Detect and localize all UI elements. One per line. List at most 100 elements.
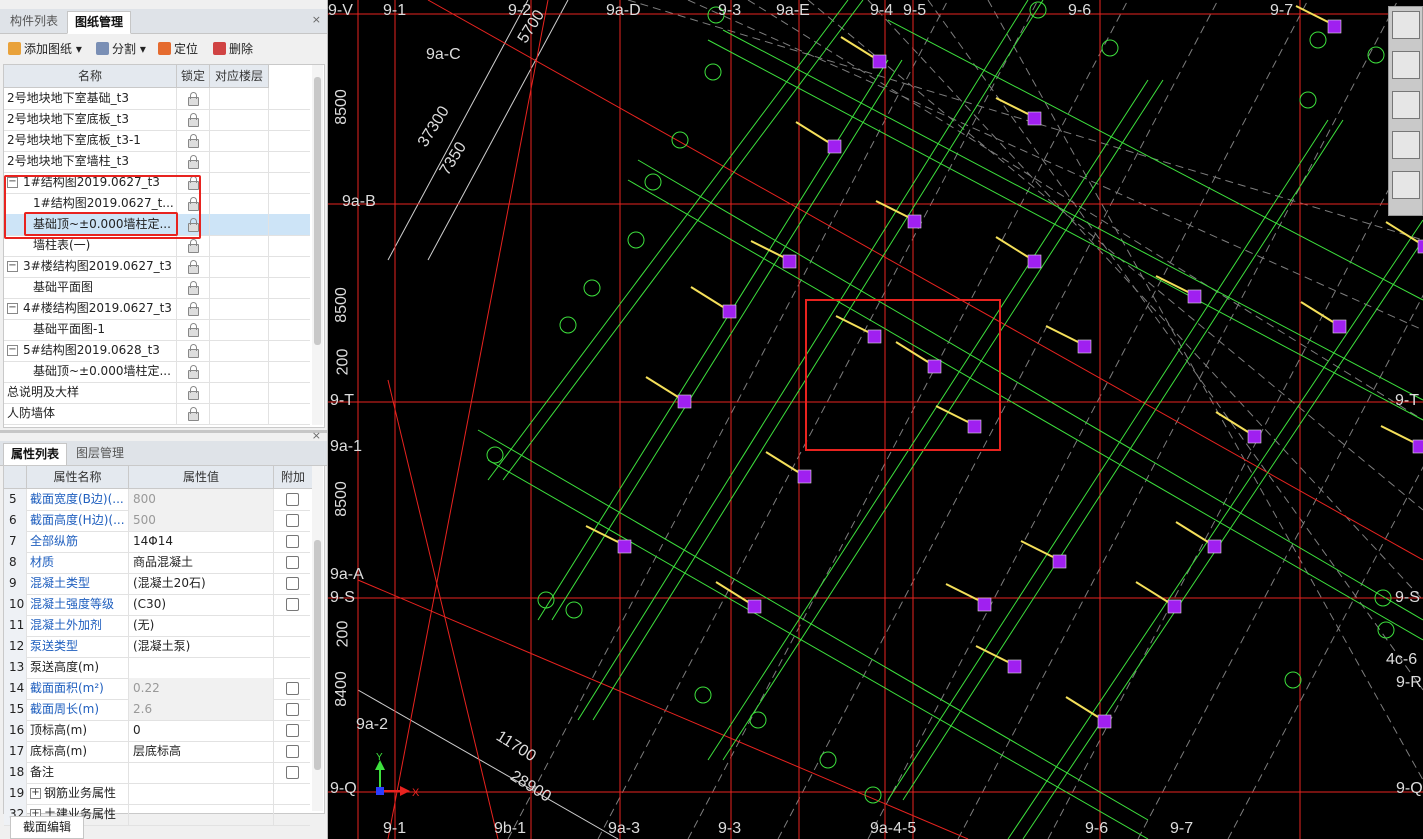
property-value[interactable]: 800	[129, 489, 274, 510]
tab-component-list[interactable]: 构件列表	[3, 11, 65, 32]
scrollbar-thumb[interactable]	[314, 77, 321, 345]
property-value[interactable]: 500	[129, 510, 274, 531]
panel-splitter[interactable]	[0, 430, 327, 433]
drawing-list-scrollbar[interactable]	[312, 65, 323, 425]
property-row[interactable]: 8 材质 商品混凝土	[4, 552, 310, 574]
property-scrollbar[interactable]	[312, 466, 323, 811]
expand-icon[interactable]: +	[30, 788, 41, 799]
drawing-tree-row[interactable]: 2号地块地下室底板_t3-1	[4, 130, 310, 152]
wall-column[interactable]	[645, 376, 692, 409]
property-value[interactable]: 0.22	[129, 678, 274, 699]
wall-column[interactable]	[975, 645, 1022, 674]
floor-cell[interactable]	[210, 361, 269, 382]
column-header-extra[interactable]: 附加	[274, 466, 313, 489]
lock-cell[interactable]	[177, 319, 210, 340]
column-header-property-value[interactable]: 属性值	[129, 466, 274, 489]
column-header-property-name[interactable]: 属性名称	[27, 466, 129, 489]
drawing-name-cell[interactable]: 2号地块地下室底板_t3	[4, 109, 177, 130]
drawing-tree-row[interactable]: −5#结构图2019.0628_t3	[4, 340, 310, 362]
extra-checkbox[interactable]	[286, 703, 299, 716]
property-row[interactable]: 15 截面周长(m) 2.6	[4, 699, 310, 721]
drawing-name-cell[interactable]: −4#楼结构图2019.0627_t3	[4, 298, 177, 319]
lock-cell[interactable]	[177, 277, 210, 298]
property-value[interactable]	[129, 762, 274, 783]
wall-column[interactable]	[795, 121, 842, 154]
rotate-icon[interactable]	[1392, 131, 1420, 159]
tab-property-list[interactable]: 属性列表	[3, 443, 68, 466]
lock-cell[interactable]	[177, 361, 210, 382]
wall-column[interactable]	[1045, 325, 1092, 354]
drawing-name-cell[interactable]: −5#结构图2019.0628_t3	[4, 340, 177, 361]
lock-icon[interactable]	[188, 323, 199, 337]
drawing-tree-row[interactable]: 2号地块地下室基础_t3	[4, 88, 310, 110]
lock-cell[interactable]	[177, 130, 210, 151]
floor-cell[interactable]	[210, 109, 269, 130]
lock-cell[interactable]	[177, 382, 210, 403]
wall-column[interactable]	[1300, 301, 1347, 334]
view-3d-icon[interactable]	[1392, 11, 1420, 39]
drawing-name-cell[interactable]: 基础平面图	[4, 277, 177, 298]
drawing-name-cell[interactable]: 人防墙体	[4, 403, 177, 424]
property-value[interactable]	[129, 804, 274, 825]
property-row[interactable]: 6 截面高度(H边)(... 500	[4, 510, 310, 532]
extra-checkbox[interactable]	[286, 682, 299, 695]
lock-icon[interactable]	[188, 134, 199, 148]
lock-icon[interactable]	[188, 113, 199, 127]
property-row[interactable]: 12 泵送类型 (混凝土泵)	[4, 636, 310, 658]
split-button[interactable]: 分割 ▾	[96, 40, 146, 58]
extra-checkbox[interactable]	[286, 766, 299, 779]
wall-column[interactable]	[690, 286, 737, 319]
drawing-tree-row[interactable]: −4#楼结构图2019.0627_t3	[4, 298, 310, 320]
property-value[interactable]	[129, 783, 274, 804]
collapse-icon[interactable]: −	[7, 261, 18, 272]
property-row[interactable]: 11 混凝土外加剂 (无)	[4, 615, 310, 637]
floor-cell[interactable]	[210, 277, 269, 298]
property-row[interactable]: 14 截面面积(m²) 0.22	[4, 678, 310, 700]
tab-layer-management[interactable]: 图层管理	[69, 443, 131, 464]
drawing-tree-row[interactable]: 基础平面图-1	[4, 319, 310, 341]
lock-cell[interactable]	[177, 88, 210, 109]
floor-cell[interactable]	[210, 235, 269, 256]
lock-icon[interactable]	[188, 344, 199, 358]
add-drawing-button[interactable]: 添加图纸 ▾	[8, 40, 82, 58]
lock-icon[interactable]	[188, 365, 199, 379]
wall-column[interactable]	[1175, 521, 1222, 554]
property-row[interactable]: 10 混凝土强度等级 (C30)	[4, 594, 310, 616]
floor-cell[interactable]	[210, 130, 269, 151]
property-value[interactable]: 0	[129, 720, 274, 741]
wall-column[interactable]	[995, 236, 1042, 269]
property-row[interactable]: 9 混凝土类型 (混凝土20石)	[4, 573, 310, 595]
lock-icon[interactable]	[188, 260, 199, 274]
lock-icon[interactable]	[188, 302, 199, 316]
box-icon[interactable]	[1392, 51, 1420, 79]
floor-cell[interactable]	[210, 151, 269, 172]
collapse-icon[interactable]: −	[7, 345, 18, 356]
drawing-tree-row[interactable]: 总说明及大样	[4, 382, 310, 404]
wall-column[interactable]	[875, 200, 922, 229]
floor-cell[interactable]	[210, 88, 269, 109]
wall-column[interactable]	[1380, 425, 1423, 454]
column-header-lock[interactable]: 锁定	[177, 65, 210, 88]
wall-column[interactable]	[995, 97, 1042, 126]
property-row[interactable]: 5 截面宽度(B边)(... 800	[4, 489, 310, 511]
extra-checkbox[interactable]	[286, 493, 299, 506]
extra-checkbox[interactable]	[286, 514, 299, 527]
property-value[interactable]: 14Φ14	[129, 531, 274, 552]
tab-drawing-management[interactable]: 图纸管理	[67, 11, 132, 34]
cube-icon[interactable]	[1392, 91, 1420, 119]
floor-cell[interactable]	[210, 214, 269, 235]
drawing-name-cell[interactable]: 基础顶~±0.000墙柱定...	[4, 361, 177, 382]
property-value[interactable]: (C30)	[129, 594, 274, 615]
drawing-name-cell[interactable]: −3#楼结构图2019.0627_t3	[4, 256, 177, 277]
extra-checkbox[interactable]	[286, 745, 299, 758]
drawing-tree-row[interactable]: −3#楼结构图2019.0627_t3	[4, 256, 310, 278]
property-row[interactable]: 7 全部纵筋 14Φ14	[4, 531, 310, 553]
drawing-tree-row[interactable]: 基础平面图	[4, 277, 310, 299]
extra-checkbox[interactable]	[286, 556, 299, 569]
lock-icon[interactable]	[188, 155, 199, 169]
lock-icon[interactable]	[188, 386, 199, 400]
wall-column[interactable]	[840, 36, 887, 69]
lock-cell[interactable]	[177, 340, 210, 361]
lock-icon[interactable]	[188, 239, 199, 253]
extra-checkbox[interactable]	[286, 535, 299, 548]
